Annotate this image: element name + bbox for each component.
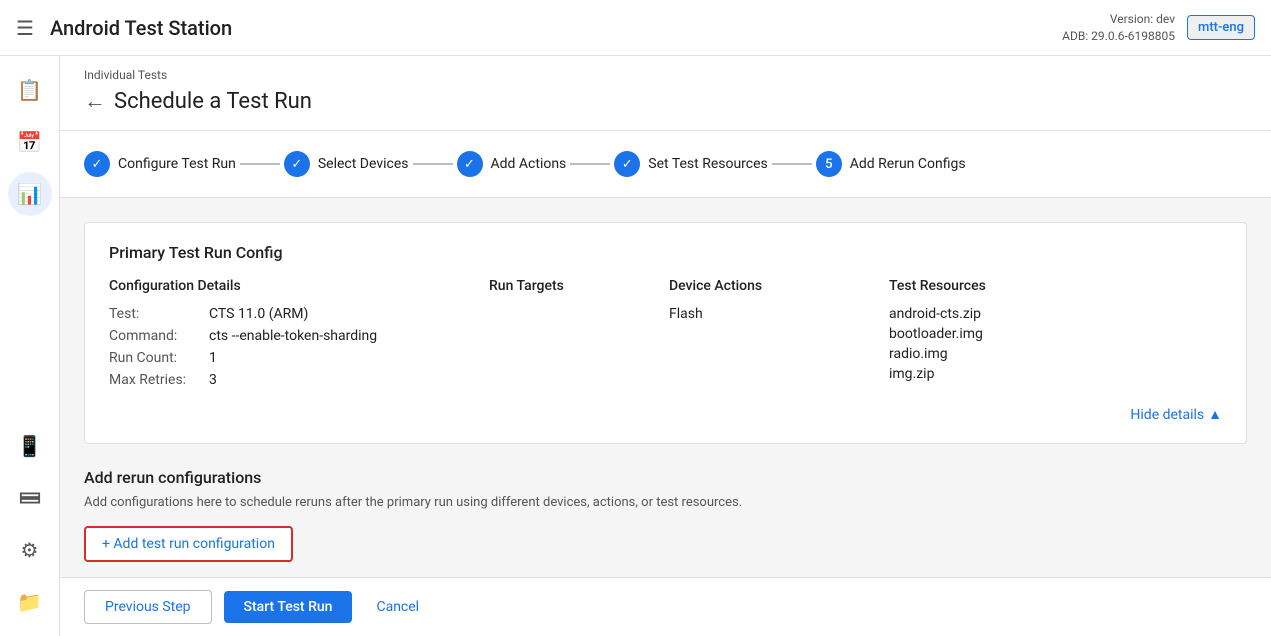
run-targets-col: Run Targets	[489, 278, 669, 394]
connector-3	[570, 163, 610, 165]
hide-details-button[interactable]: Hide details ▲	[1130, 406, 1222, 423]
sidebar-item-layers[interactable]	[8, 476, 52, 520]
config-maxretries-field: Max Retries: 3	[109, 372, 489, 388]
chevron-up-icon: ▲	[1208, 406, 1222, 423]
maxretries-value: 3	[209, 372, 217, 388]
start-test-run-button[interactable]: Start Test Run	[224, 591, 353, 623]
sidebar-item-clipboard[interactable]: 📋	[8, 68, 52, 112]
device-actions-col: Device Actions Flash	[669, 278, 889, 394]
test-resources-col: Test Resources android-cts.zip bootloade…	[889, 278, 1222, 394]
run-targets-header: Run Targets	[489, 278, 669, 306]
config-test-field: Test: CTS 11.0 (ARM)	[109, 306, 489, 322]
topbar: ☰ Android Test Station Version: dev ADB:…	[0, 0, 1271, 56]
check-icon: ✓	[464, 157, 475, 172]
check-icon: ✓	[92, 157, 103, 172]
command-label: Command:	[109, 328, 209, 344]
config-details-col: Configuration Details Test: CTS 11.0 (AR…	[109, 278, 489, 394]
hide-details-row: Hide details ▲	[109, 406, 1222, 423]
step-set-resources: ✓ Set Test Resources	[614, 151, 767, 177]
test-resource-3: img.zip	[889, 366, 1222, 382]
step-add-actions: ✓ Add Actions	[457, 151, 567, 177]
connector-1	[240, 163, 280, 165]
config-details-header: Configuration Details	[109, 278, 489, 306]
check-icon: ✓	[622, 157, 633, 172]
content-area: Primary Test Run Config Configuration De…	[60, 198, 1271, 577]
step-5-label: Add Rerun Configs	[850, 156, 966, 172]
stepper: ✓ Configure Test Run ✓ Select Devices ✓ …	[60, 131, 1271, 198]
step-3-label: Add Actions	[491, 156, 567, 172]
step-1-circle: ✓	[84, 151, 110, 177]
environment-badge[interactable]: mtt-eng	[1187, 15, 1255, 40]
sidebar: 📋 📅 📊 📱 ⚙ 📁	[0, 56, 60, 636]
device-actions-header: Device Actions	[669, 278, 889, 306]
bottom-actions: Previous Step Start Test Run Cancel	[60, 577, 1271, 636]
breadcrumb: Individual Tests	[84, 68, 1247, 82]
step-configure: ✓ Configure Test Run	[84, 151, 236, 177]
test-value: CTS 11.0 (ARM)	[209, 306, 308, 322]
connector-4	[772, 163, 812, 165]
page-title: Schedule a Test Run	[114, 89, 312, 114]
cancel-button[interactable]: Cancel	[364, 591, 431, 623]
runcount-label: Run Count:	[109, 350, 209, 366]
primary-config-card: Primary Test Run Config Configuration De…	[84, 222, 1247, 444]
step-5-circle: 5	[816, 151, 842, 177]
sidebar-item-phone[interactable]: 📱	[8, 424, 52, 468]
hide-details-label: Hide details	[1130, 407, 1204, 423]
maxretries-label: Max Retries:	[109, 372, 209, 388]
previous-step-button[interactable]: Previous Step	[84, 590, 212, 624]
rerun-section: Add rerun configurations Add configurati…	[84, 468, 1247, 562]
menu-icon[interactable]: ☰	[16, 16, 34, 40]
add-config-button[interactable]: + Add test run configuration	[84, 526, 293, 562]
step-2-circle: ✓	[284, 151, 310, 177]
step-3-circle: ✓	[457, 151, 483, 177]
test-resource-2: radio.img	[889, 346, 1222, 362]
step-4-label: Set Test Resources	[648, 156, 767, 172]
step-4-circle: ✓	[614, 151, 640, 177]
rerun-desc: Add configurations here to schedule reru…	[84, 495, 1247, 510]
test-resource-1: bootloader.img	[889, 326, 1222, 342]
sidebar-item-settings[interactable]: ⚙	[8, 528, 52, 572]
back-button[interactable]: ←	[84, 88, 106, 114]
version-info: Version: dev ADB: 29.0.6-6198805	[1062, 11, 1175, 45]
page-header: Individual Tests ← Schedule a Test Run	[60, 56, 1271, 131]
app-title: Android Test Station	[50, 16, 1062, 40]
step-add-rerun: 5 Add Rerun Configs	[816, 151, 966, 177]
test-resources-header: Test Resources	[889, 278, 1222, 306]
check-icon: ✓	[291, 157, 302, 172]
step-2-label: Select Devices	[318, 156, 409, 172]
device-action-flash: Flash	[669, 306, 889, 322]
config-command-field: Command: cts --enable-token-sharding	[109, 328, 489, 344]
connector-2	[413, 163, 453, 165]
main-layout: 📋 📅 📊 📱 ⚙ 📁 Individual Tests ← Schedule …	[0, 56, 1271, 636]
sidebar-item-folder[interactable]: 📁	[8, 580, 52, 624]
config-grid: Configuration Details Test: CTS 11.0 (AR…	[109, 278, 1222, 394]
step-1-label: Configure Test Run	[118, 156, 236, 172]
main-content: Primary Test Run Config Configuration De…	[60, 198, 1271, 577]
command-value: cts --enable-token-sharding	[209, 328, 377, 344]
card-title: Primary Test Run Config	[109, 243, 1222, 262]
runcount-value: 1	[209, 350, 217, 366]
step-5-number: 5	[825, 157, 832, 172]
test-resource-0: android-cts.zip	[889, 306, 1222, 322]
step-select-devices: ✓ Select Devices	[284, 151, 409, 177]
sidebar-item-barchart[interactable]: 📊	[8, 172, 52, 216]
sidebar-item-calendar[interactable]: 📅	[8, 120, 52, 164]
test-label: Test:	[109, 306, 209, 322]
config-runcount-field: Run Count: 1	[109, 350, 489, 366]
rerun-title: Add rerun configurations	[84, 468, 1247, 487]
